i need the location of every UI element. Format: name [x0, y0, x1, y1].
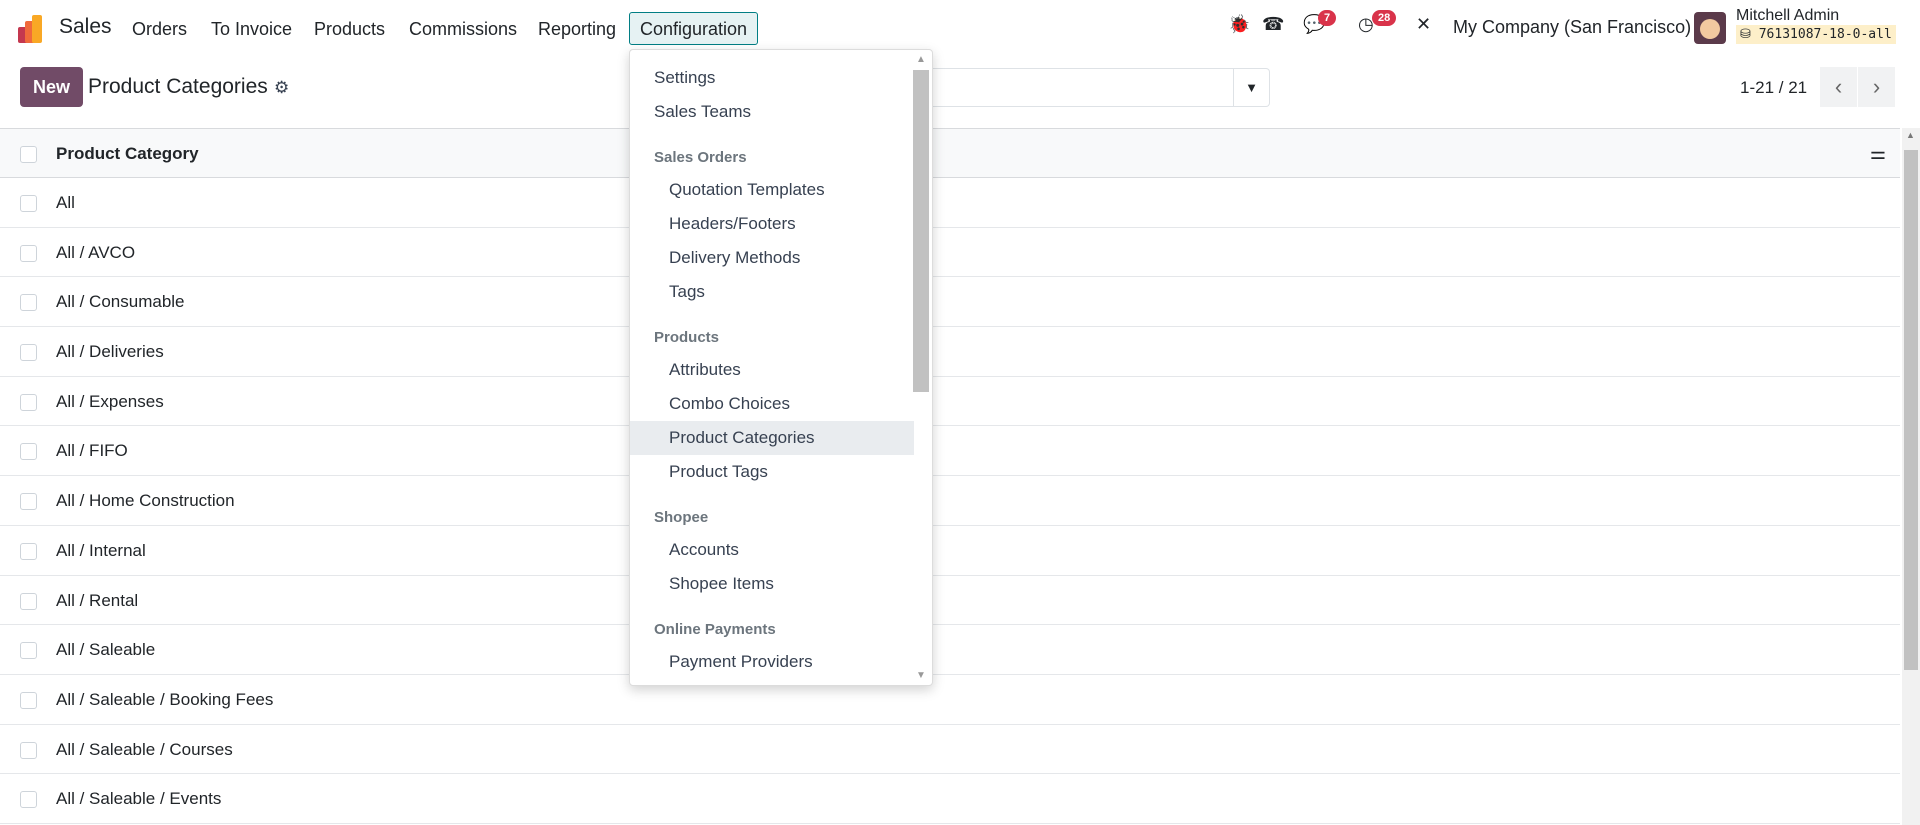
optional-columns-sliders-icon[interactable]: ⚌ — [1870, 143, 1886, 164]
table-row[interactable]: All / Expenses — [0, 377, 1900, 427]
menu-scrollbar-thumb[interactable] — [913, 70, 929, 392]
table-row[interactable]: All / Saleable / Booking Fees — [0, 675, 1900, 725]
new-button[interactable]: New — [20, 67, 83, 107]
nav-commissions[interactable]: Commissions — [398, 12, 528, 45]
messages-icon[interactable]: 💬 7 — [1303, 10, 1337, 35]
nav-orders[interactable]: Orders — [121, 12, 198, 45]
menu-item-headers-footers[interactable]: Headers/Footers — [630, 207, 914, 241]
category-name: All / Expenses — [56, 391, 164, 411]
search-input[interactable]: ▼ — [900, 68, 1270, 107]
menu-item-accounts[interactable]: Accounts — [630, 533, 914, 567]
row-checkbox[interactable] — [20, 791, 37, 809]
menu-item-combo-choices[interactable]: Combo Choices — [630, 387, 914, 421]
page-scrollbar[interactable]: ▲ — [1902, 128, 1920, 825]
messages-badge: 7 — [1318, 10, 1337, 26]
category-name: All / Deliveries — [56, 342, 164, 362]
nav-configuration[interactable]: Configuration — [629, 12, 759, 45]
row-checkbox[interactable] — [20, 294, 37, 312]
pager-previous-button[interactable]: ‹ — [1820, 67, 1857, 107]
menu-item-attributes[interactable]: Attributes — [630, 353, 914, 387]
page-title: Product Categories — [88, 75, 268, 98]
menu-item-delivery-methods[interactable]: Delivery Methods — [630, 241, 914, 275]
nav-products[interactable]: Products — [303, 12, 396, 45]
menu-section-online-payments: Online Payments — [654, 621, 776, 638]
nav-reporting[interactable]: Reporting — [527, 12, 627, 45]
search-toggle-caret-icon[interactable]: ▼ — [1233, 69, 1269, 106]
pager-next-button[interactable]: › — [1858, 67, 1895, 107]
row-checkbox[interactable] — [20, 741, 37, 759]
row-checkbox[interactable] — [20, 393, 37, 411]
menu-item-tags[interactable]: Tags — [630, 275, 914, 309]
row-checkbox[interactable] — [20, 642, 37, 660]
top-navbar: Sales Orders To Invoice Products Commiss… — [0, 0, 1920, 57]
table-row[interactable]: All / Deliveries — [0, 327, 1900, 377]
column-header-product-category[interactable]: Product Category — [56, 144, 199, 164]
menu-item-sales-teams[interactable]: Sales Teams — [630, 95, 914, 129]
category-name: All / FIFO — [56, 441, 128, 461]
table-row[interactable]: All / Saleable / Courses — [0, 725, 1900, 775]
database-label: 76131087-18-0-all — [1758, 27, 1892, 42]
database-name: ⛁ 76131087-18-0-all — [1736, 25, 1896, 44]
scrollbar-thumb[interactable] — [1904, 150, 1918, 670]
menu-item-product-categories[interactable]: Product Categories — [630, 421, 914, 455]
row-checkbox[interactable] — [20, 244, 37, 262]
phone-icon[interactable]: ☎ — [1262, 14, 1284, 35]
tools-icon[interactable]: ✕ — [1416, 14, 1431, 35]
user-avatar[interactable] — [1694, 12, 1726, 44]
select-all-checkbox[interactable] — [20, 146, 37, 163]
table-row[interactable]: All — [0, 178, 1900, 228]
nav-to-invoice[interactable]: To Invoice — [200, 12, 303, 45]
gear-icon[interactable]: ⚙ — [274, 78, 289, 98]
table-row[interactable]: All / Internal — [0, 526, 1900, 576]
row-checkbox[interactable] — [20, 344, 37, 362]
sales-app-logo-icon[interactable] — [18, 15, 46, 43]
category-name: All — [56, 193, 75, 212]
menu-section-products: Products — [654, 329, 720, 346]
row-checkbox[interactable] — [20, 443, 37, 461]
pager-value[interactable]: 1-21 / 21 — [1740, 78, 1807, 98]
menu-item-quotation-templates[interactable]: Quotation Templates — [630, 173, 914, 207]
table-row[interactable]: All / Home Construction — [0, 476, 1900, 526]
category-name: All / Saleable / Courses — [56, 739, 233, 759]
row-checkbox[interactable] — [20, 592, 37, 610]
table-row[interactable]: All / Consumable — [0, 277, 1900, 328]
menu-scrollbar[interactable]: ▲ ▼ — [912, 50, 930, 685]
user-name[interactable]: Mitchell Admin — [1736, 7, 1839, 25]
category-list: Product Category ⚌ All All / AVCO All / Co… — [0, 128, 1900, 824]
category-name: All / Saleable / Booking Fees — [56, 689, 274, 709]
row-checkbox[interactable] — [20, 493, 37, 511]
table-row[interactable]: All / FIFO — [0, 426, 1900, 477]
app-name[interactable]: Sales — [59, 15, 112, 39]
menu-item-product-tags[interactable]: Product Tags — [630, 455, 914, 489]
table-header: Product Category ⚌ — [0, 128, 1900, 178]
menu-item-shopee-items[interactable]: Shopee Items — [630, 567, 914, 601]
menu-scroll-down-icon[interactable]: ▼ — [916, 670, 926, 681]
category-name: All / AVCO — [56, 242, 136, 262]
row-checkbox[interactable] — [20, 542, 37, 560]
menu-item-payment-providers[interactable]: Payment Providers — [630, 645, 914, 679]
table-row[interactable]: All / Saleable / Events — [0, 774, 1900, 824]
activities-badge: 28 — [1372, 10, 1397, 26]
menu-section-shopee: Shopee — [654, 509, 709, 526]
scroll-up-icon[interactable]: ▲ — [1906, 130, 1915, 140]
activities-clock-icon[interactable]: ◷ 28 — [1358, 10, 1397, 35]
category-name: All / Home Construction — [56, 491, 235, 511]
category-name: All / Internal — [56, 540, 146, 560]
row-checkbox[interactable] — [20, 195, 37, 212]
row-checkbox[interactable] — [20, 691, 37, 709]
debug-bug-icon[interactable]: 🐞 — [1228, 14, 1250, 35]
menu-item-settings[interactable]: Settings — [630, 61, 914, 95]
company-switcher[interactable]: My Company (San Francisco) — [1453, 17, 1691, 38]
category-name: All / Saleable / Events — [56, 789, 222, 809]
table-row[interactable]: All / Rental — [0, 576, 1900, 626]
table-row[interactable]: All / AVCO — [0, 228, 1900, 278]
table-row[interactable]: All / Saleable — [0, 625, 1900, 675]
category-name: All / Rental — [56, 590, 139, 610]
category-name: All / Consumable — [56, 292, 185, 312]
category-name: All / Saleable — [56, 640, 156, 660]
menu-scroll-up-icon[interactable]: ▲ — [916, 54, 926, 65]
menu-item-payment-methods[interactable]: Payment Methods — [630, 679, 914, 685]
menu-section-sales-orders: Sales Orders — [654, 149, 747, 166]
configuration-dropdown-menu: Settings Sales Teams Sales Orders Quotation… — [629, 49, 933, 686]
